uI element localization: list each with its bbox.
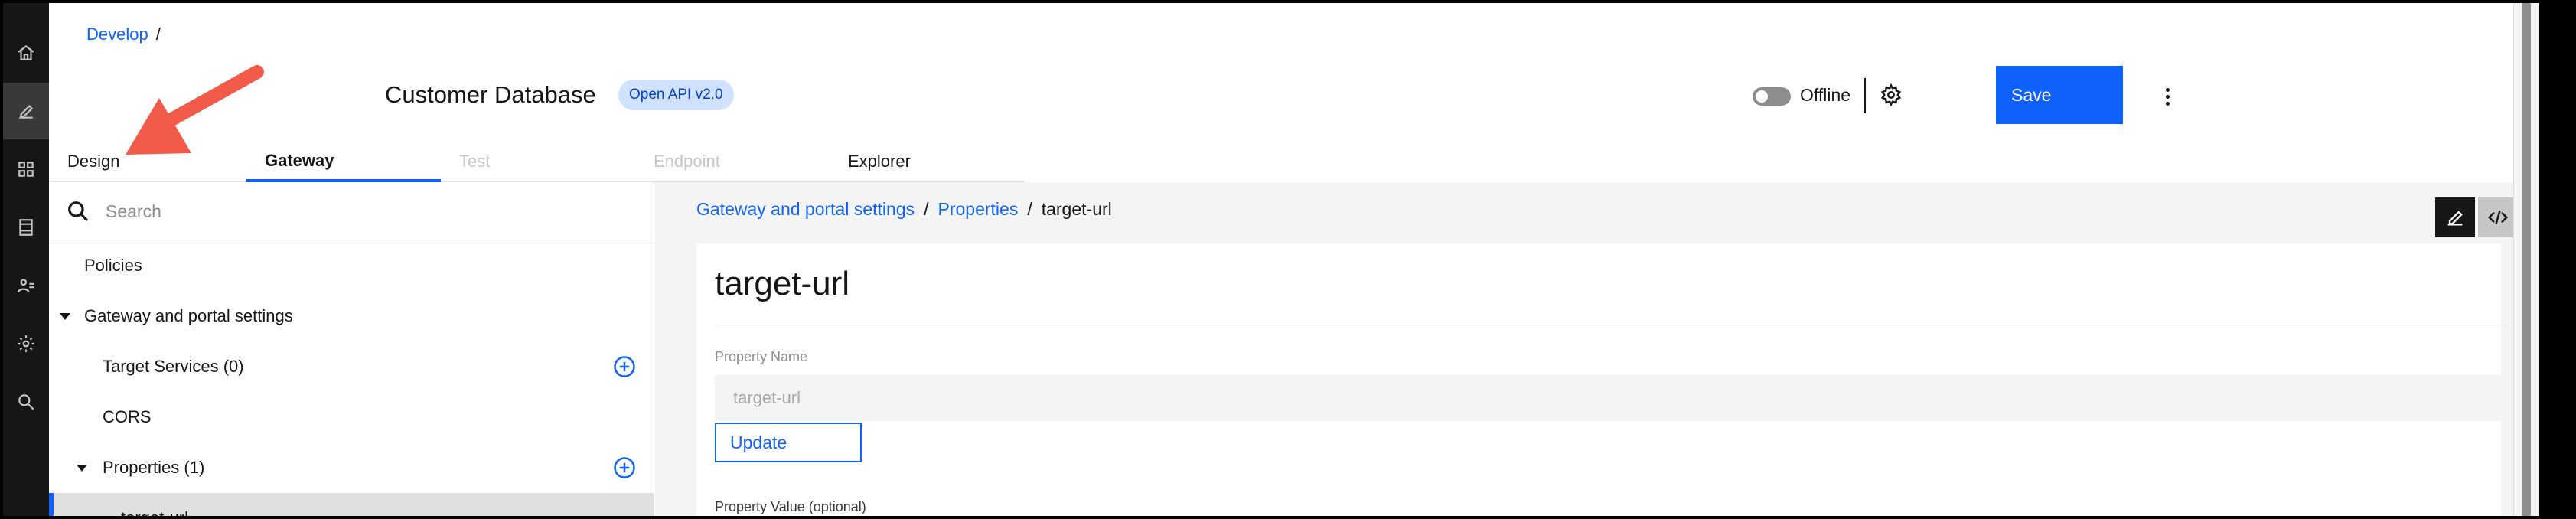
tree-item-label: Gateway and portal settings: [84, 306, 293, 325]
gear-icon: [1880, 83, 1902, 106]
tab-design[interactable]: Design: [49, 142, 246, 182]
rail-apps[interactable]: [3, 141, 49, 197]
overflow-menu-button[interactable]: [2158, 81, 2177, 112]
search-icon: [18, 394, 34, 410]
breadcrumb-develop-link[interactable]: Develop: [86, 24, 148, 44]
tree-item-target-services[interactable]: Target Services (0): [49, 341, 654, 392]
page-scrollbar[interactable]: [2513, 3, 2539, 516]
property-card: target-url Property Name Update Property…: [696, 243, 2506, 516]
crumb-separator: /: [1027, 199, 1032, 219]
edit-icon: [19, 104, 34, 119]
tab-endpoint: Endpoint: [635, 142, 830, 182]
side-rail: [3, 3, 49, 516]
catalog-icon: [19, 219, 33, 236]
property-value-label: Property Value (optional): [715, 499, 866, 514]
overflow-dot-icon: [2165, 87, 2170, 92]
app-window: Develop / Customer Database Open API v2.…: [3, 3, 2539, 516]
save-button[interactable]: Save: [1996, 66, 2123, 124]
callout-arrow-shaft: [140, 65, 264, 140]
content-breadcrumb: Gateway and portal settings / Properties…: [696, 199, 1112, 220]
overflow-dot-icon: [2165, 101, 2170, 106]
rail-settings[interactable]: [3, 315, 49, 372]
crumb-current: target-url: [1041, 199, 1112, 219]
design-navigator: Policies Gateway and portal settings Tar…: [49, 182, 654, 516]
api-version-badge: Open API v2.0: [618, 80, 734, 110]
update-button[interactable]: Update: [715, 423, 862, 462]
scrollbar-thumb[interactable]: [2522, 3, 2531, 516]
property-editor: Gateway and portal settings / Properties…: [655, 182, 2518, 516]
crumb-separator: /: [924, 199, 929, 219]
tree-item-cors[interactable]: CORS: [49, 392, 654, 442]
search-icon: [68, 201, 89, 222]
tree-item-label: CORS: [103, 407, 152, 426]
add-circle-icon: [614, 356, 635, 377]
form-view-button[interactable]: [2435, 197, 2475, 237]
users-icon: [18, 279, 34, 292]
rail-develop[interactable]: [3, 83, 49, 139]
add-circle-icon: [614, 457, 635, 478]
settings-button[interactable]: [1876, 80, 1906, 110]
breadcrumb-separator: /: [155, 24, 161, 44]
grid-icon: [18, 162, 34, 177]
tree-item-gateway-settings[interactable]: Gateway and portal settings: [49, 291, 654, 341]
breadcrumb: Develop /: [86, 24, 161, 44]
tree-item-policies[interactable]: Policies: [49, 240, 654, 291]
rail-search[interactable]: [3, 374, 49, 430]
tree-item-target-url[interactable]: target-url: [49, 493, 654, 516]
tree-item-label: Properties (1): [103, 458, 205, 477]
property-title: target-url: [715, 265, 850, 302]
overflow-dot-icon: [2165, 94, 2170, 99]
edit-icon: [2447, 211, 2463, 226]
tree-item-label: target-url: [121, 508, 188, 516]
tab-explorer[interactable]: Explorer: [830, 142, 1024, 182]
caret-down-icon[interactable]: [77, 465, 87, 472]
tree-item-properties[interactable]: Properties (1): [49, 442, 654, 493]
header-divider: [1864, 78, 1866, 113]
tree-item-label: Policies: [84, 256, 142, 275]
add-target-service-button[interactable]: [613, 355, 636, 378]
tab-gateway[interactable]: Gateway: [246, 142, 441, 182]
crumb-properties[interactable]: Properties: [938, 199, 1019, 220]
tab-test: Test: [441, 142, 635, 182]
online-toggle[interactable]: [1753, 87, 1791, 106]
tree-item-label: Target Services (0): [103, 357, 244, 376]
caret-down-icon[interactable]: [60, 313, 70, 320]
status-label: Offline: [1800, 85, 1851, 105]
rail-catalog[interactable]: [3, 199, 49, 256]
settings-icon: [18, 335, 34, 352]
code-icon: [2487, 210, 2509, 225]
property-name-label: Property Name: [715, 349, 808, 364]
crumb-gateway-settings[interactable]: Gateway and portal settings: [696, 199, 915, 220]
rail-users[interactable]: [3, 257, 49, 314]
page-title: Customer Database: [385, 81, 596, 108]
home-icon: [18, 44, 34, 60]
property-name-field[interactable]: [715, 375, 2506, 421]
search-input[interactable]: [106, 196, 626, 227]
add-property-button[interactable]: [613, 456, 636, 479]
source-view-button[interactable]: [2478, 197, 2518, 237]
search-bar: [49, 182, 654, 240]
rail-home[interactable]: [3, 24, 49, 81]
